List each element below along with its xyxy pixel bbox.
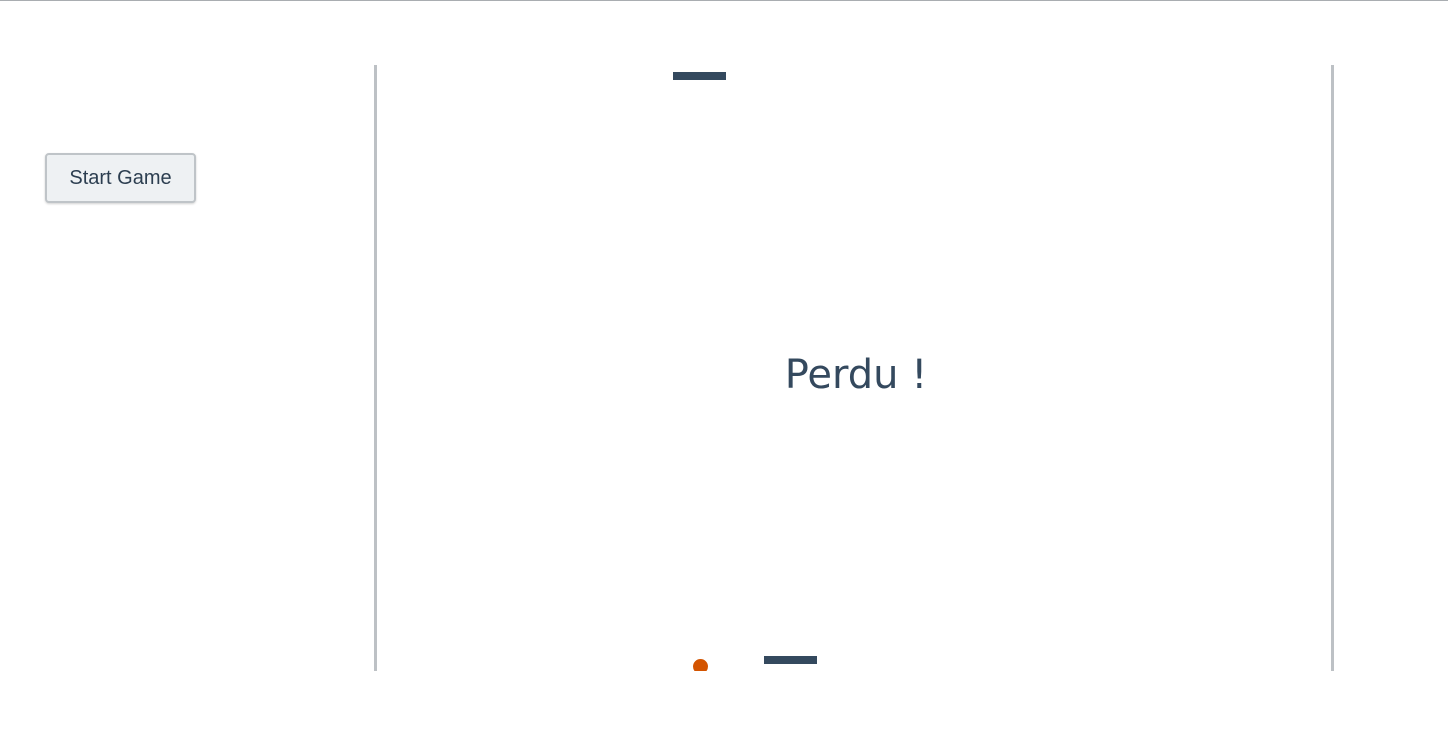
bottom-paddle[interactable] [764, 656, 817, 664]
start-game-button[interactable]: Start Game [45, 153, 196, 203]
ball [693, 659, 708, 671]
top-paddle [673, 72, 726, 80]
game-field: Perdu ! [374, 65, 1334, 671]
top-divider [0, 0, 1448, 1]
game-over-message: Perdu ! [784, 352, 928, 398]
